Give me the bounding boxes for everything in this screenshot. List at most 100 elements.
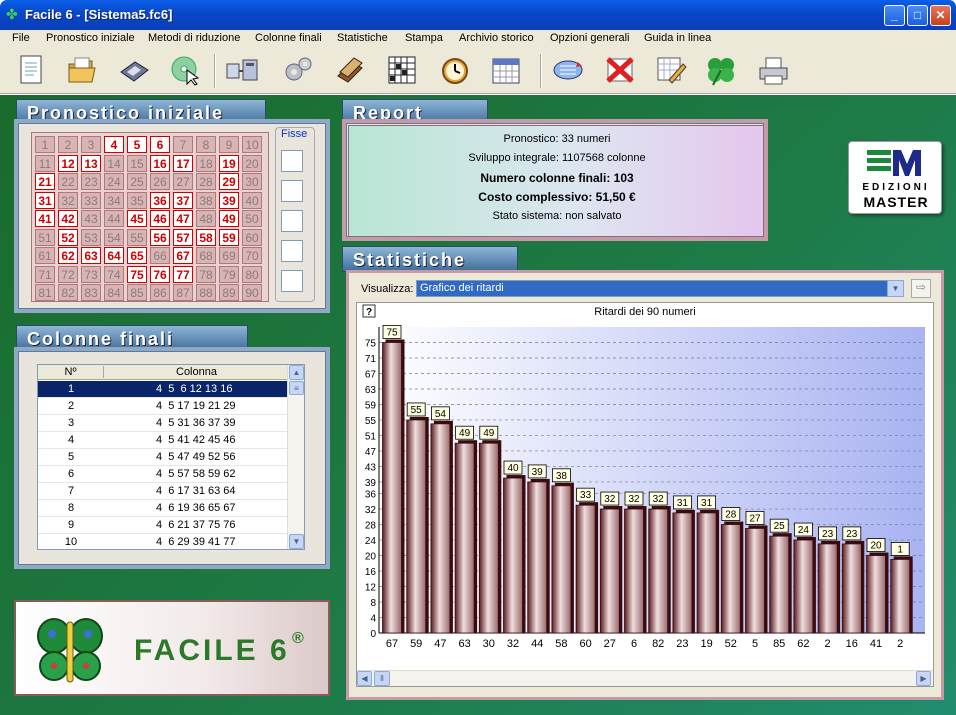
- fissa-box-1[interactable]: [281, 150, 303, 172]
- number-cell-72[interactable]: 72: [58, 265, 78, 283]
- number-cell-8[interactable]: 8: [196, 136, 216, 153]
- number-cell-43[interactable]: 43: [81, 210, 101, 227]
- export-chart-icon[interactable]: ⇨: [911, 279, 931, 298]
- table-row[interactable]: 8 4 6 19 36 65 67: [38, 500, 288, 517]
- number-cell-55[interactable]: 55: [127, 228, 147, 246]
- number-cell-32[interactable]: 32: [58, 191, 78, 209]
- number-cell-39[interactable]: 39: [219, 191, 239, 209]
- delete-x-icon[interactable]: [602, 52, 638, 88]
- number-cell-87[interactable]: 87: [173, 284, 193, 301]
- edit-pencil-icon[interactable]: [653, 52, 689, 88]
- menu-guida-in-linea[interactable]: Guida in linea: [644, 32, 711, 44]
- number-cell-11[interactable]: 11: [35, 154, 55, 172]
- number-cell-22[interactable]: 22: [58, 173, 78, 190]
- open-folder-icon[interactable]: [64, 52, 100, 88]
- number-cell-4[interactable]: 4: [104, 136, 124, 153]
- number-cell-71[interactable]: 71: [35, 265, 55, 283]
- number-cell-68[interactable]: 68: [196, 247, 216, 264]
- cd-cursor-icon[interactable]: [167, 52, 203, 88]
- number-cell-6[interactable]: 6: [150, 136, 170, 153]
- number-cell-28[interactable]: 28: [196, 173, 216, 190]
- number-cell-56[interactable]: 56: [150, 228, 170, 246]
- archive-books-icon[interactable]: [332, 52, 368, 88]
- number-cell-12[interactable]: 12: [58, 154, 78, 172]
- number-cell-9[interactable]: 9: [219, 136, 239, 153]
- number-cell-74[interactable]: 74: [104, 265, 124, 283]
- save-disk-icon[interactable]: [116, 52, 152, 88]
- number-cell-3[interactable]: 3: [81, 136, 101, 153]
- number-cell-77[interactable]: 77: [173, 265, 193, 283]
- number-cell-86[interactable]: 86: [150, 284, 170, 301]
- chevron-down-icon[interactable]: ▼: [887, 280, 904, 297]
- number-cell-30[interactable]: 30: [242, 173, 262, 190]
- number-cell-44[interactable]: 44: [104, 210, 124, 227]
- number-cell-49[interactable]: 49: [219, 210, 239, 227]
- number-cell-1[interactable]: 1: [35, 136, 55, 153]
- number-cell-31[interactable]: 31: [35, 191, 55, 209]
- number-cell-90[interactable]: 90: [242, 284, 262, 301]
- number-cell-10[interactable]: 10: [242, 136, 262, 153]
- number-cell-35[interactable]: 35: [127, 191, 147, 209]
- filter-machine-icon[interactable]: [224, 52, 260, 88]
- number-cell-62[interactable]: 62: [58, 247, 78, 264]
- table-row[interactable]: 10 4 6 29 39 41 77: [38, 534, 288, 551]
- number-cell-45[interactable]: 45: [127, 210, 147, 227]
- number-cell-83[interactable]: 83: [81, 284, 101, 301]
- grid-icon[interactable]: [384, 52, 420, 88]
- number-cell-60[interactable]: 60: [242, 228, 262, 246]
- number-cell-80[interactable]: 80: [242, 265, 262, 283]
- number-cell-65[interactable]: 65: [127, 247, 147, 264]
- number-cell-89[interactable]: 89: [219, 284, 239, 301]
- number-cell-52[interactable]: 52: [58, 228, 78, 246]
- number-cell-42[interactable]: 42: [58, 210, 78, 227]
- scroll-left-arrow-icon[interactable]: ◀: [357, 671, 372, 686]
- number-cell-26[interactable]: 26: [150, 173, 170, 190]
- column-header-n[interactable]: Nº: [38, 366, 104, 378]
- table-row[interactable]: 5 4 5 47 49 52 56: [38, 449, 288, 466]
- number-cell-85[interactable]: 85: [127, 284, 147, 301]
- table-row[interactable]: 9 4 6 21 37 75 76: [38, 517, 288, 534]
- number-cell-15[interactable]: 15: [127, 154, 147, 172]
- scroll-up-arrow-icon[interactable]: ▲: [289, 365, 304, 380]
- number-cell-14[interactable]: 14: [104, 154, 124, 172]
- number-cell-76[interactable]: 76: [150, 265, 170, 283]
- number-cell-50[interactable]: 50: [242, 210, 262, 227]
- fissa-box-2[interactable]: [281, 180, 303, 202]
- menu-stampa[interactable]: Stampa: [405, 32, 443, 44]
- number-cell-73[interactable]: 73: [81, 265, 101, 283]
- clock-icon[interactable]: [437, 52, 473, 88]
- menu-statistiche[interactable]: Statistiche: [337, 32, 388, 44]
- number-cell-59[interactable]: 59: [219, 228, 239, 246]
- number-cell-20[interactable]: 20: [242, 154, 262, 172]
- scroll-down-arrow-icon[interactable]: ▼: [289, 534, 304, 549]
- number-cell-51[interactable]: 51: [35, 228, 55, 246]
- number-cell-2[interactable]: 2: [58, 136, 78, 153]
- number-cell-25[interactable]: 25: [127, 173, 147, 190]
- minimize-button[interactable]: _: [884, 5, 905, 26]
- number-cell-46[interactable]: 46: [150, 210, 170, 227]
- number-cell-53[interactable]: 53: [81, 228, 101, 246]
- table-row[interactable]: 1 4 5 6 12 13 16: [38, 381, 288, 398]
- number-cell-40[interactable]: 40: [242, 191, 262, 209]
- menu-file[interactable]: File: [12, 32, 30, 44]
- number-cell-82[interactable]: 82: [58, 284, 78, 301]
- maximize-button[interactable]: □: [907, 5, 928, 26]
- close-button[interactable]: ✕: [930, 5, 951, 26]
- menu-colonne-finali[interactable]: Colonne finali: [255, 32, 322, 44]
- number-cell-24[interactable]: 24: [104, 173, 124, 190]
- number-cell-23[interactable]: 23: [81, 173, 101, 190]
- menu-opzioni-generali[interactable]: Opzioni generali: [550, 32, 630, 44]
- column-header-colonna[interactable]: Colonna: [105, 366, 288, 378]
- menu-metodi-di-riduzione[interactable]: Metodi di riduzione: [148, 32, 240, 44]
- number-cell-41[interactable]: 41: [35, 210, 55, 227]
- table-vertical-scrollbar[interactable]: ▲ ≡ ▼: [287, 365, 304, 549]
- number-cell-19[interactable]: 19: [219, 154, 239, 172]
- number-cell-84[interactable]: 84: [104, 284, 124, 301]
- calendar-icon[interactable]: [488, 52, 524, 88]
- printer-icon[interactable]: [756, 52, 792, 88]
- menu-pronostico-iniziale[interactable]: Pronostico iniziale: [46, 32, 135, 44]
- number-cell-61[interactable]: 61: [35, 247, 55, 264]
- table-row[interactable]: 7 4 6 17 31 63 64: [38, 483, 288, 500]
- number-cell-57[interactable]: 57: [173, 228, 193, 246]
- scroll-thumb[interactable]: ≡: [289, 381, 304, 395]
